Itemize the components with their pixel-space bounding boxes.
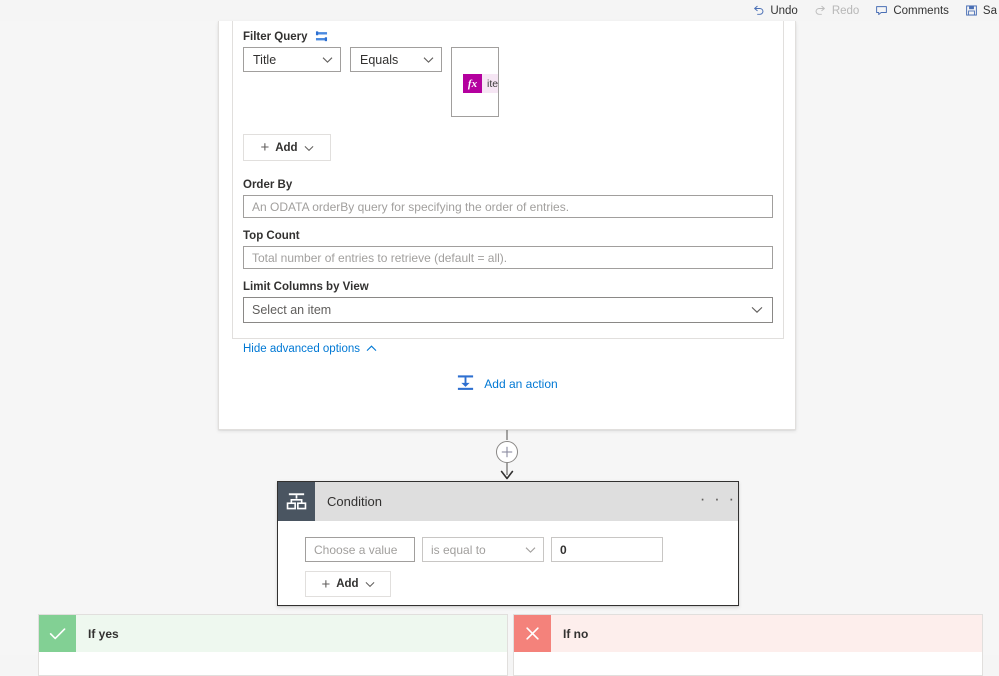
top-count-label: Top Count [243, 230, 773, 242]
save-icon [965, 4, 978, 17]
plus-icon: + [321, 575, 331, 593]
condition-branch-icon [278, 482, 315, 521]
add-filter-row-button[interactable]: + Add [243, 134, 331, 161]
chevron-down-icon [525, 546, 536, 553]
branch-if-no[interactable]: If no [513, 614, 983, 676]
token-text: ite [482, 74, 498, 93]
chevron-down-icon [751, 306, 763, 314]
branch-if-no-label: If no [563, 626, 589, 641]
filter-query-row: Title Equals fx ite [243, 47, 773, 117]
flow-designer-canvas: Filter Query Title Equals fx ite + Add O… [0, 21, 999, 676]
check-icon [39, 615, 76, 652]
chevron-down-icon [423, 56, 434, 63]
branch-if-yes-header[interactable]: If yes [39, 615, 507, 652]
order-by-placeholder: An ODATA orderBy query for specifying th… [252, 199, 570, 214]
condition-left-value-placeholder: Choose a value [314, 542, 398, 557]
condition-title: Condition [327, 494, 382, 509]
condition-right-value: 0 [560, 542, 567, 557]
comments-label: Comments [893, 4, 949, 17]
chevron-down-icon [322, 56, 333, 63]
limit-columns-picker[interactable]: Select an item [243, 297, 773, 323]
top-count-placeholder: Total number of entries to retrieve (def… [252, 250, 508, 265]
condition-add-button[interactable]: + Add [305, 571, 391, 597]
add-an-action-row[interactable]: Add an action [219, 339, 795, 429]
switch-to-advanced-mode-icon[interactable] [315, 31, 328, 43]
limit-columns-value: Select an item [252, 303, 332, 317]
undo-label: Undo [770, 4, 798, 17]
condition-card[interactable]: Condition · · · Choose a value is equal … [277, 481, 739, 606]
condition-card-header[interactable]: Condition · · · [278, 482, 738, 521]
branch-if-no-header[interactable]: If no [514, 615, 982, 652]
undo-button[interactable]: Undo [744, 0, 806, 21]
condition-operator-value: is equal to [431, 542, 486, 557]
chevron-down-icon [365, 577, 375, 591]
add-filter-row-label: Add [275, 141, 298, 154]
plus-icon: + [260, 139, 270, 156]
filter-query-label-text: Filter Query [243, 31, 308, 43]
add-an-action-label[interactable]: Add an action [484, 377, 557, 391]
condition-card-body: Choose a value is equal to 0 + Add [278, 521, 738, 597]
branch-if-yes[interactable]: If yes [38, 614, 508, 676]
redo-label: Redo [831, 4, 860, 17]
add-action-icon [456, 373, 475, 395]
undo-icon [752, 4, 765, 17]
redo-button[interactable]: Redo [806, 0, 868, 21]
condition-operator-dropdown[interactable]: is equal to [422, 537, 544, 562]
action-parameters-panel: Filter Query Title Equals fx ite + Add O… [232, 21, 784, 355]
comments-button[interactable]: Comments [867, 0, 957, 21]
close-x-icon [514, 615, 551, 652]
order-by-label-text: Order By [243, 179, 293, 191]
limit-columns-label: Limit Columns by View [243, 281, 773, 293]
filter-column-dropdown[interactable]: Title [243, 47, 341, 72]
filter-query-label: Filter Query [243, 31, 773, 43]
filter-value-token-field[interactable]: fx ite [451, 47, 499, 117]
top-count-input[interactable]: Total number of entries to retrieve (def… [243, 246, 773, 269]
condition-add-label: Add [336, 578, 359, 590]
top-count-label-text: Top Count [243, 230, 300, 242]
flow-connector [496, 430, 518, 481]
condition-left-value-input[interactable]: Choose a value [305, 537, 415, 562]
filter-operator-value: Equals [360, 52, 399, 67]
order-by-label: Order By [243, 179, 773, 191]
list-items-action-card[interactable]: Filter Query Title Equals fx ite + Add O… [218, 21, 796, 430]
expression-fx-icon: fx [463, 74, 482, 93]
save-button[interactable]: Sa [957, 0, 999, 21]
comment-icon [875, 4, 888, 17]
limit-columns-label-text: Limit Columns by View [243, 281, 369, 293]
order-by-input[interactable]: An ODATA orderBy query for specifying th… [243, 195, 773, 218]
dynamic-content-token[interactable]: fx ite [463, 74, 498, 93]
branch-if-yes-label: If yes [88, 626, 119, 641]
save-label: Sa [982, 4, 997, 17]
command-bar: Undo Redo Comments Sa [0, 0, 999, 21]
condition-row: Choose a value is equal to 0 [305, 537, 738, 562]
filter-operator-dropdown[interactable]: Equals [350, 47, 442, 72]
redo-icon [814, 4, 827, 17]
condition-menu-button[interactable]: · · · [698, 489, 738, 515]
condition-right-value-input[interactable]: 0 [551, 537, 663, 562]
chevron-down-icon [304, 141, 314, 155]
filter-column-value: Title [253, 52, 277, 67]
